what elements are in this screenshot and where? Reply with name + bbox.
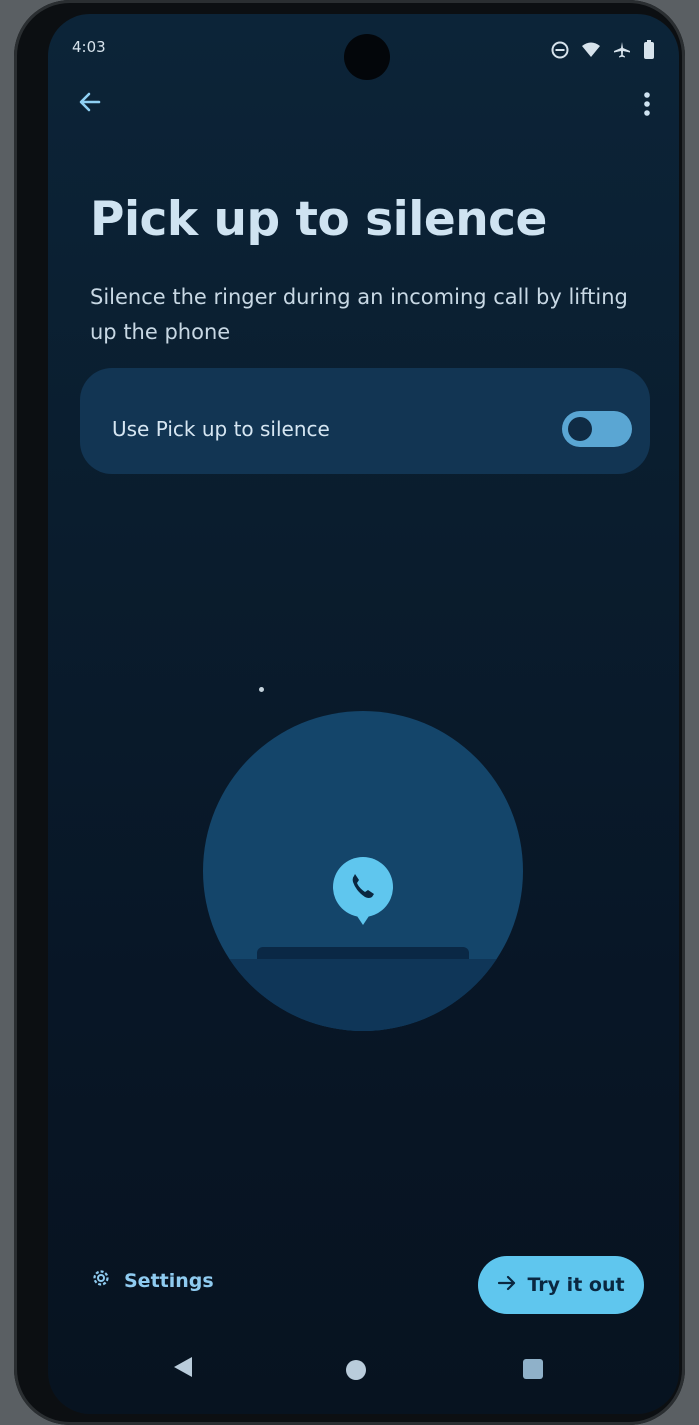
illustration-phone-edge — [257, 947, 469, 959]
nav-recents-button[interactable] — [512, 1350, 554, 1392]
do-not-disturb-icon — [551, 41, 569, 59]
status-time: 4:03 — [72, 38, 106, 56]
toggle-knob — [568, 417, 592, 441]
arrow-left-icon — [77, 89, 103, 119]
try-it-out-button[interactable]: Try it out — [478, 1256, 644, 1314]
settings-link[interactable]: Settings — [90, 1267, 214, 1294]
nav-home-circle-icon — [345, 1359, 367, 1385]
airplane-icon — [613, 41, 631, 59]
use-pick-up-to-silence-toggle[interactable]: Use Pick up to silence — [96, 400, 646, 458]
more-options-button[interactable] — [632, 84, 662, 128]
nav-back-triangle-icon — [172, 1355, 194, 1383]
phone-frame: 4:03 Pick up to silence Silence the ring… — [14, 0, 685, 1425]
illustration-dot — [259, 687, 264, 692]
gear-icon — [90, 1267, 112, 1294]
nav-back-button[interactable] — [160, 1346, 206, 1392]
front-camera — [344, 34, 390, 80]
battery-icon — [643, 40, 655, 60]
back-button[interactable] — [68, 82, 112, 126]
page-title: Pick up to silence — [90, 192, 547, 247]
illustration-surface — [203, 959, 523, 1031]
nav-recents-square-icon — [522, 1358, 544, 1384]
screen: 4:03 Pick up to silence Silence the ring… — [48, 14, 679, 1414]
arrow-right-icon — [497, 1274, 517, 1296]
settings-label: Settings — [124, 1269, 214, 1292]
more-vertical-icon — [643, 91, 651, 121]
try-it-out-label: Try it out — [527, 1274, 625, 1296]
toggle-switch[interactable] — [562, 411, 632, 447]
status-icons — [551, 40, 655, 60]
nav-home-button[interactable] — [336, 1352, 376, 1392]
page-description: Silence the ringer during an incoming ca… — [90, 285, 628, 344]
toggle-label: Use Pick up to silence — [112, 417, 330, 441]
wifi-icon — [581, 41, 601, 59]
phone-call-bubble-icon — [330, 857, 396, 939]
